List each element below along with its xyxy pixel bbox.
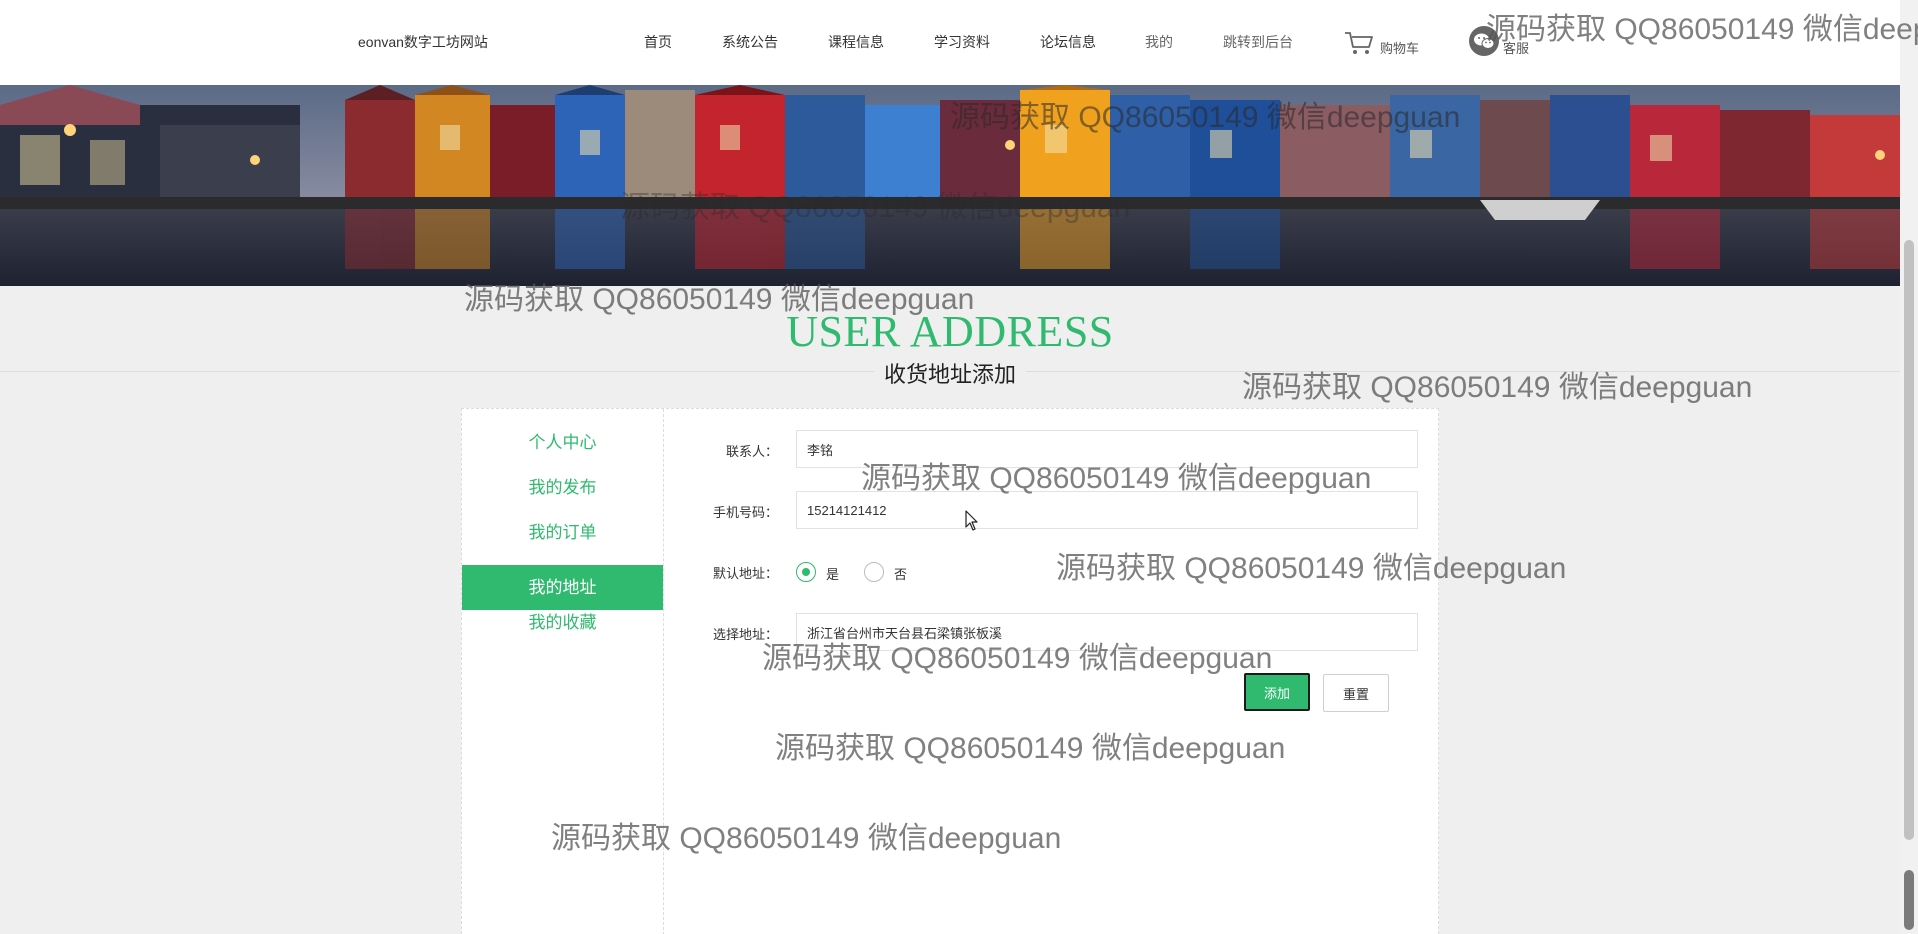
sidebar-item-profile[interactable]: 个人中心 [462,420,663,465]
phone-label: 手机号码： [712,505,778,520]
add-button[interactable]: 添加 [1244,673,1310,711]
section-title-cn: 收货地址添加 [873,357,1026,389]
nav-home[interactable]: 首页 [644,32,672,52]
cart-icon [1345,32,1373,54]
default-address-label: 默认地址： [712,566,778,581]
sidebar-item-my-favorites[interactable]: 我的收藏 [462,600,663,645]
user-sidebar: 个人中心 我的发布 我的订单 我的地址 我的收藏 [462,409,664,934]
default-yes-label: 是 [826,567,840,582]
scrollbar-thumb[interactable] [1904,870,1914,930]
page-scrollbar[interactable] [1900,0,1918,934]
section-title-en: USER ADDRESS [786,307,1114,356]
banner-image [0,85,1900,286]
address-label: 选择地址： [712,627,778,642]
scrollbar-track-highlight [1904,240,1914,840]
customer-service-link[interactable]: 客服 [1469,24,1529,58]
nav-mine[interactable]: 我的 [1145,32,1173,52]
contact-input[interactable] [796,430,1418,468]
content-panel: 个人中心 我的发布 我的订单 我的地址 我的收藏 联系人： 手机号码： 默认地址… [461,408,1439,934]
default-no-label: 否 [894,567,908,582]
wechat-icon [1469,26,1499,56]
address-select-input[interactable] [796,613,1418,651]
site-name[interactable]: eonvan数字工坊网站 [358,32,488,52]
sidebar-item-my-orders[interactable]: 我的订单 [462,510,663,555]
nav-backend[interactable]: 跳转到后台 [1223,32,1293,52]
page: eonvan数字工坊网站 首页 系统公告 课程信息 学习资料 论坛信息 我的 跳… [0,0,1918,934]
nav-courses[interactable]: 课程信息 [828,32,884,52]
reset-button[interactable]: 重置 [1323,674,1389,712]
nav-forum[interactable]: 论坛信息 [1040,32,1096,52]
nav-materials[interactable]: 学习资料 [934,32,990,52]
sidebar-item-my-posts[interactable]: 我的发布 [462,465,663,510]
top-nav: eonvan数字工坊网站 首页 系统公告 课程信息 学习资料 论坛信息 我的 跳… [0,0,1900,85]
cart-label: 购物车 [1380,40,1420,56]
nav-announcements[interactable]: 系统公告 [722,32,778,52]
default-yes-radio[interactable] [796,562,816,582]
cart-link[interactable]: 购物车 [1344,28,1419,58]
contact-label: 联系人： [725,444,778,459]
service-label: 客服 [1503,40,1530,56]
phone-input[interactable] [796,491,1418,529]
section-title-cn-wrapper: 收货地址添加 [0,357,1900,389]
mouse-cursor-icon [965,510,978,531]
default-no-radio[interactable] [864,562,884,582]
